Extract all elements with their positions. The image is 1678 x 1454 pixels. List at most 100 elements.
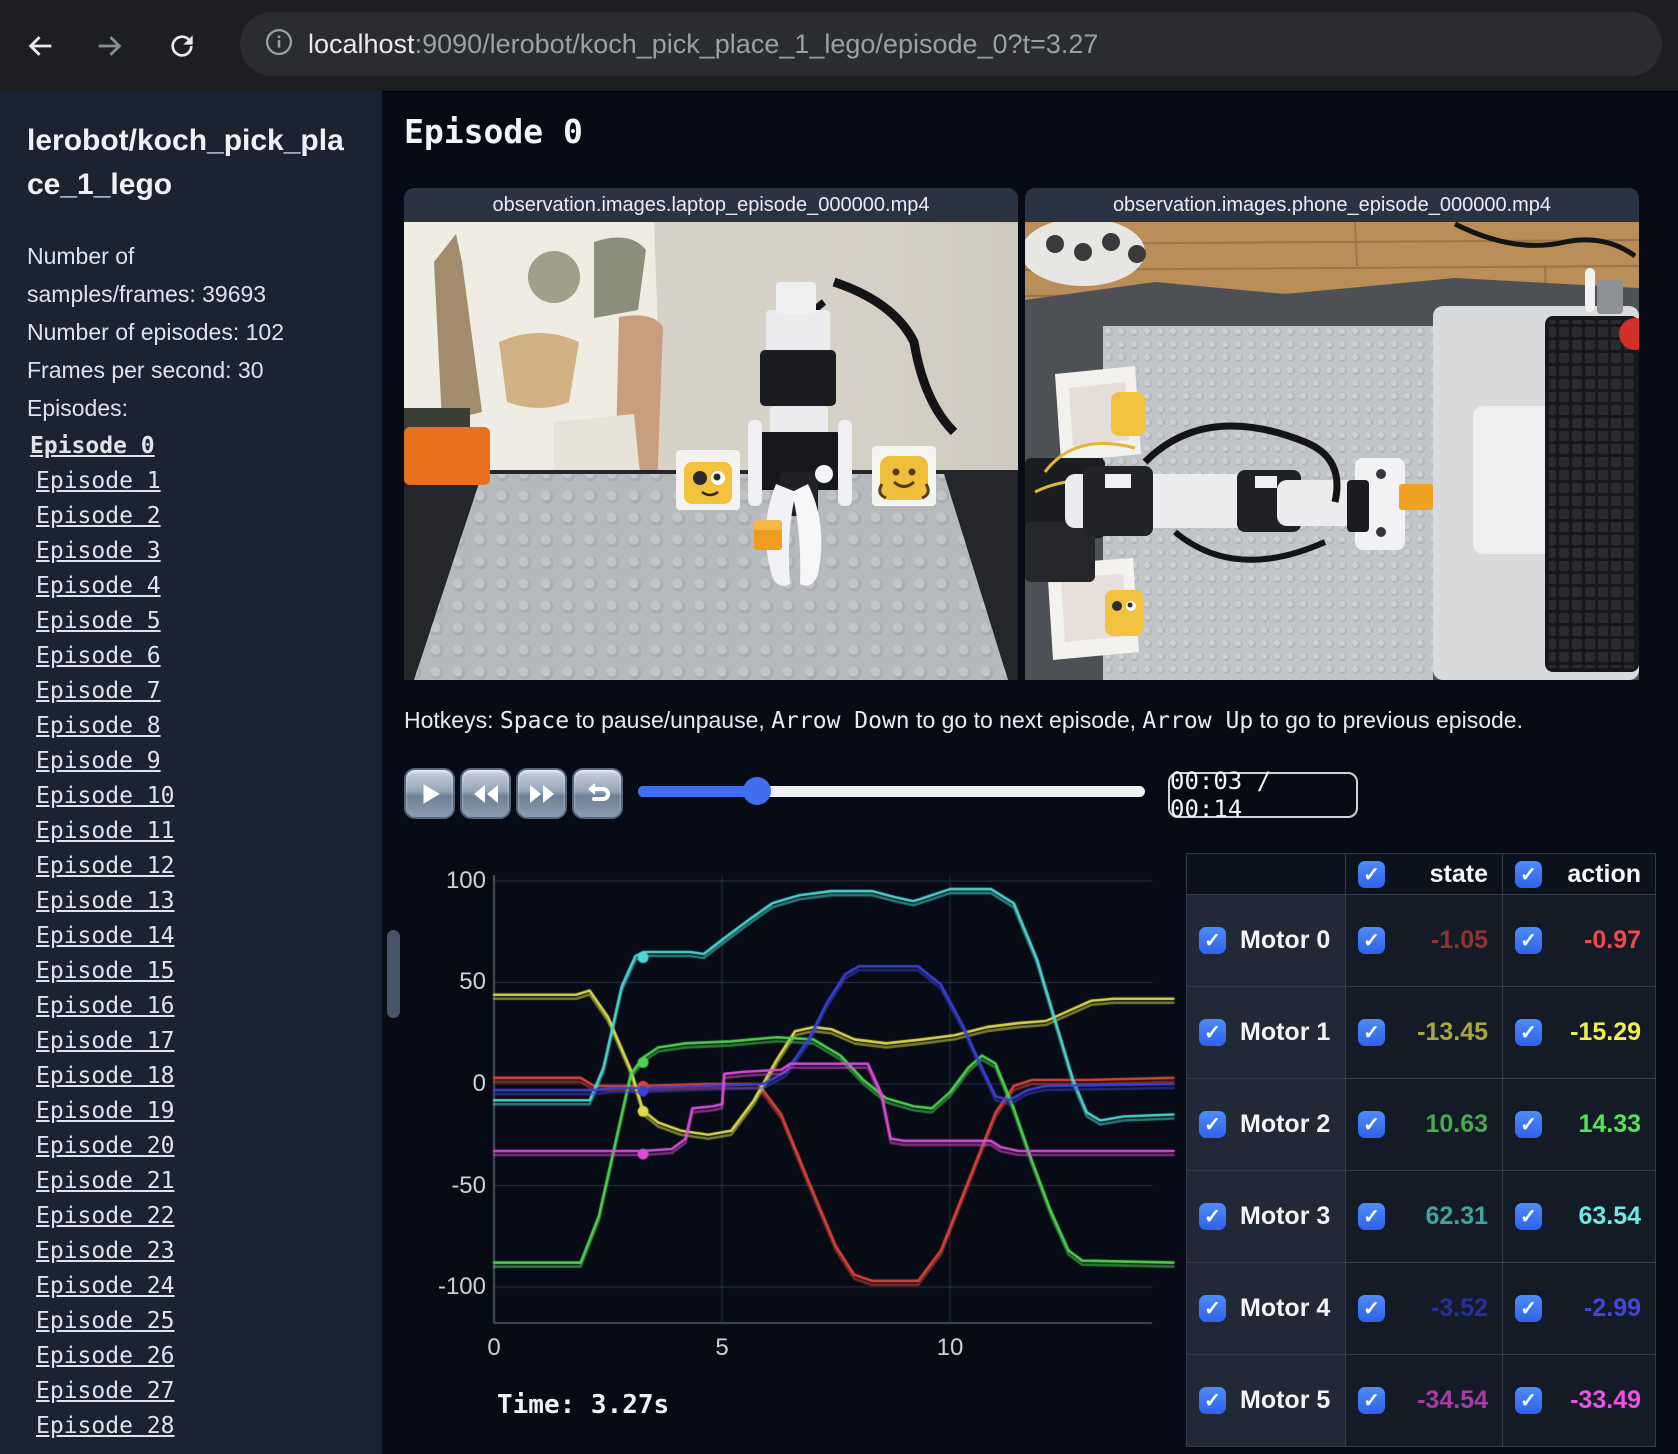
sidebar-episode-link[interactable]: Episode 26 bbox=[36, 1339, 174, 1374]
sidebar-episode-link[interactable]: Episode 10 bbox=[36, 779, 174, 814]
checkbox-checked-icon[interactable]: ✓ bbox=[1515, 1019, 1542, 1046]
motor-chart[interactable] bbox=[404, 840, 1176, 1345]
state-value: -3.52 bbox=[1431, 1294, 1488, 1322]
sidebar-episode-link[interactable]: Episode 18 bbox=[36, 1059, 174, 1094]
sidebar-episode-link[interactable]: Episode 9 bbox=[36, 744, 161, 779]
sidebar-episode-link[interactable]: Episode 4 bbox=[36, 569, 161, 604]
play-icon bbox=[423, 783, 440, 804]
sidebar-episode-link[interactable]: Episode 19 bbox=[36, 1094, 174, 1129]
x-tick: 10 bbox=[936, 1334, 964, 1361]
sidebar-episode-link[interactable]: Episode 1 bbox=[36, 464, 161, 499]
sidebar-episode-link[interactable]: Episode 0 bbox=[30, 429, 155, 464]
checkbox-checked-icon[interactable]: ✓ bbox=[1358, 1295, 1385, 1322]
action-value: -33.49 bbox=[1570, 1386, 1641, 1414]
sidebar-episode-link[interactable]: Episode 24 bbox=[36, 1269, 174, 1304]
hotkeys-text: to go to next episode, bbox=[909, 707, 1143, 733]
action-header-cell: ✓ action bbox=[1502, 853, 1656, 895]
motor-label: Motor 4 bbox=[1240, 1294, 1331, 1322]
play-button[interactable] bbox=[404, 768, 455, 819]
checkbox-checked-icon[interactable]: ✓ bbox=[1515, 927, 1542, 954]
url-path: :9090/lerobot/koch_pick_place_1_lego/epi… bbox=[414, 28, 1099, 59]
app-window: localhost:9090/lerobot/koch_pick_place_1… bbox=[0, 0, 1678, 1454]
checkbox-checked-icon[interactable]: ✓ bbox=[1515, 1111, 1542, 1138]
sidebar-episode-link[interactable]: Episode 8 bbox=[36, 709, 161, 744]
checkbox-checked-icon[interactable]: ✓ bbox=[1515, 1387, 1542, 1414]
sidebar-episode-link[interactable]: Episode 28 bbox=[36, 1409, 174, 1444]
checkbox-checked-icon[interactable]: ✓ bbox=[1358, 1019, 1385, 1046]
sidebar-episode-link[interactable]: Episode 17 bbox=[36, 1024, 174, 1059]
seek-slider[interactable] bbox=[638, 777, 1145, 805]
table-corner-cell bbox=[1186, 853, 1346, 895]
state-header-label: state bbox=[1429, 859, 1488, 888]
checkbox-checked-icon[interactable]: ✓ bbox=[1199, 1111, 1226, 1138]
sidebar-episode-link[interactable]: Episode 14 bbox=[36, 919, 174, 954]
stat-line: Number of bbox=[27, 243, 135, 269]
motor-label: Motor 0 bbox=[1240, 926, 1331, 954]
sidebar-episode-link[interactable]: Episode 25 bbox=[36, 1304, 174, 1339]
action-column-checkbox-icon[interactable]: ✓ bbox=[1515, 860, 1542, 888]
dataset-title: lerobot/koch_pick_place_1_lego bbox=[27, 124, 344, 201]
motor-row: ✓ Motor 2 ✓ 10.63 ✓ 14.33 bbox=[1186, 1078, 1656, 1171]
sidebar-episode-link[interactable]: Episode 3 bbox=[36, 534, 161, 569]
sidebar-episode-link[interactable]: Episode 6 bbox=[36, 639, 161, 674]
checkbox-checked-icon[interactable]: ✓ bbox=[1199, 1295, 1226, 1322]
checkbox-checked-icon[interactable]: ✓ bbox=[1358, 1111, 1385, 1138]
state-value: -1.05 bbox=[1431, 926, 1488, 954]
stat-line: samples/frames: 39693 bbox=[27, 281, 267, 307]
action-value: 63.54 bbox=[1578, 1202, 1641, 1230]
sidebar-episode-link[interactable]: Episode 2 bbox=[36, 499, 161, 534]
back-icon[interactable] bbox=[20, 26, 60, 66]
state-value: 10.63 bbox=[1425, 1110, 1488, 1138]
motor-row: ✓ Motor 5 ✓ -34.54 ✓ -33.49 bbox=[1186, 1354, 1656, 1447]
y-tick: 100 bbox=[445, 867, 486, 894]
sidebar-episode-link[interactable]: Episode 22 bbox=[36, 1199, 174, 1234]
video-label-laptop: observation.images.laptop_episode_000000… bbox=[404, 188, 1018, 222]
action-header-label: action bbox=[1567, 859, 1641, 888]
forward-icon[interactable] bbox=[90, 26, 130, 66]
checkbox-checked-icon[interactable]: ✓ bbox=[1199, 927, 1226, 954]
video-phone[interactable] bbox=[1025, 222, 1639, 680]
fast-forward-button[interactable] bbox=[516, 768, 567, 819]
emoji-box-right bbox=[872, 446, 936, 506]
hotkeys-prefix: Hotkeys: bbox=[404, 707, 500, 733]
sidebar-episode-link[interactable]: Episode 20 bbox=[36, 1129, 174, 1164]
sidebar-episode-link[interactable]: Episode 5 bbox=[36, 604, 161, 639]
site-info-icon[interactable] bbox=[264, 27, 294, 62]
motor-label: Motor 1 bbox=[1240, 1018, 1331, 1046]
sidebar-episode-link[interactable]: Episode 21 bbox=[36, 1164, 174, 1199]
url-bar[interactable]: localhost:9090/lerobot/koch_pick_place_1… bbox=[240, 12, 1662, 76]
y-tick: 0 bbox=[472, 1070, 486, 1097]
video-panel-laptop: observation.images.laptop_episode_000000… bbox=[404, 188, 1018, 680]
scrollbar-thumb[interactable] bbox=[387, 930, 400, 1018]
episodes-heading: Episodes: bbox=[27, 395, 129, 421]
sidebar-episode-link[interactable]: Episode 23 bbox=[36, 1234, 174, 1269]
checkbox-checked-icon[interactable]: ✓ bbox=[1199, 1203, 1226, 1230]
sidebar-episode-link[interactable]: Episode 13 bbox=[36, 884, 174, 919]
checkbox-checked-icon[interactable]: ✓ bbox=[1358, 1387, 1385, 1414]
sidebar-episode-link[interactable]: Episode 15 bbox=[36, 954, 174, 989]
checkbox-checked-icon[interactable]: ✓ bbox=[1515, 1203, 1542, 1230]
reload-icon[interactable] bbox=[162, 26, 202, 66]
sidebar-episode-link[interactable]: Episode 11 bbox=[36, 814, 174, 849]
seek-slider-thumb[interactable] bbox=[742, 777, 771, 805]
video-laptop[interactable] bbox=[404, 222, 1018, 680]
sidebar-episode-link[interactable]: Episode 7 bbox=[36, 674, 161, 709]
checkbox-checked-icon[interactable]: ✓ bbox=[1358, 1203, 1385, 1230]
orange-brick bbox=[754, 520, 782, 550]
checkbox-checked-icon[interactable]: ✓ bbox=[1515, 1295, 1542, 1322]
sidebar-episode-link[interactable]: Episode 27 bbox=[36, 1374, 174, 1409]
sidebar-episode-link[interactable]: Episode 16 bbox=[36, 989, 174, 1024]
stat-line: Frames per second: 30 bbox=[27, 357, 264, 383]
sidebar-episode-link[interactable]: Episode 12 bbox=[36, 849, 174, 884]
checkbox-checked-icon[interactable]: ✓ bbox=[1199, 1019, 1226, 1046]
action-value: -2.99 bbox=[1584, 1294, 1641, 1322]
checkbox-checked-icon[interactable]: ✓ bbox=[1358, 927, 1385, 954]
rewind-icon bbox=[473, 784, 498, 803]
checkbox-checked-icon[interactable]: ✓ bbox=[1199, 1387, 1226, 1414]
rewind-button[interactable] bbox=[460, 768, 511, 819]
motor-row: ✓ Motor 1 ✓ -13.45 ✓ -15.29 bbox=[1186, 986, 1656, 1079]
x-tick: 5 bbox=[715, 1334, 729, 1361]
dataset-stats: Number of samples/frames: 39693 Number o… bbox=[27, 237, 382, 427]
loop-button[interactable] bbox=[572, 768, 623, 819]
state-column-checkbox-icon[interactable]: ✓ bbox=[1358, 860, 1385, 888]
